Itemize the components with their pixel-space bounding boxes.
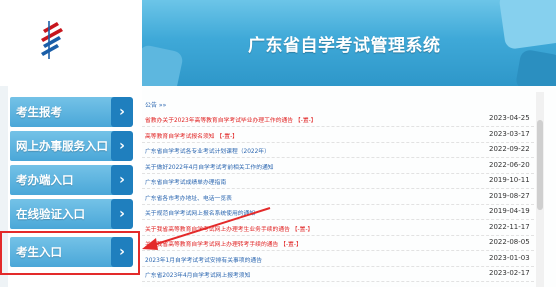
- page: 广东省自学考试管理系统 考生报考 › 网上办事服务入口 › 考办端入口 › 在线…: [0, 0, 556, 287]
- puzzle-decoration: [514, 48, 556, 86]
- notice-date: 2019-10-11: [489, 176, 530, 184]
- notice-title-link[interactable]: 省教办关于2023年高等教育自学考试毕业办理工作的通告 【-置-】: [145, 115, 317, 124]
- notice-title-link[interactable]: 广东省自学考试成绩单办理指南: [145, 177, 226, 186]
- notice-date: 2023-01-03: [489, 253, 530, 262]
- notice-title-link[interactable]: 2023年1月自学考试考试安排有关事项的通告: [145, 255, 262, 264]
- notice-title-link[interactable]: 关于我省高等教育自学考试网上办理转考手续的通告 【-置-】: [145, 239, 302, 248]
- notice-date: 2023-02-17: [489, 269, 530, 277]
- notice-date: 2022-08-05: [489, 238, 530, 246]
- list-item[interactable]: 广东省自学考试各专业考试计划课程（2022年） 2022-09-22: [142, 143, 534, 158]
- list-item[interactable]: 关于做好2022年4月自学考试考前相关工作的通知 2022-06-20: [142, 159, 534, 174]
- annotation-highlight-box: [0, 231, 140, 275]
- notice-heading[interactable]: 公告 »»: [145, 100, 166, 109]
- list-item[interactable]: 高等教育自学考试报名须知 【-置-】 2023-03-17: [142, 128, 534, 143]
- list-item[interactable]: 关于规范自学考试网上报名系统使用的通知 2019-04-19: [142, 205, 534, 220]
- scrollbar-thumb[interactable]: [537, 120, 543, 210]
- notice-date: 2023-04-25: [489, 114, 530, 122]
- notice-date: 2022-06-20: [489, 160, 530, 169]
- notice-title-link[interactable]: 广东省自学考试各专业考试计划课程（2022年）: [145, 146, 270, 155]
- sidebar-item-online-verification[interactable]: 在线验证入口 ›: [10, 199, 133, 229]
- sidebar-item-label: 考办端入口: [16, 173, 74, 187]
- notice-date: 2022-09-22: [489, 145, 530, 153]
- notice-date: 2019-04-19: [489, 207, 530, 215]
- puzzle-decoration: [498, 0, 556, 50]
- list-item[interactable]: 2023年1月自学考试考试安排有关事项的通告 2023-01-03: [142, 252, 534, 267]
- sidebar-item-exam-registration[interactable]: 考生报考 ›: [10, 97, 133, 127]
- notice-title-link[interactable]: 广东省各市考办地址、电话一览表: [145, 193, 232, 202]
- sidebar-item-office-portal[interactable]: 考办端入口 ›: [10, 165, 133, 195]
- notice-title-link[interactable]: 关于我省高等教育自学考试网上办理考生业务手续的通告 【-置-】: [145, 224, 313, 233]
- notice-title-link[interactable]: 关于做好2022年4月自学考试考前相关工作的通知: [145, 162, 274, 171]
- sidebar-item-label: 在线验证入口: [16, 207, 85, 221]
- page-title: 广东省自学考试管理系统: [248, 36, 441, 56]
- notice-title-link[interactable]: 广东省2023年4月自学考试网上报考须知: [145, 270, 250, 279]
- notice-date: 2019-08-27: [489, 191, 530, 200]
- notice-date: 2022-11-17: [489, 222, 530, 231]
- list-item[interactable]: 关于我省高等教育自学考试网上办理考生业务手续的通告 【-置-】 2022-11-1…: [142, 221, 534, 236]
- sidebar-item-label: 考生报考: [16, 105, 62, 119]
- puzzle-decoration: [142, 43, 185, 86]
- notice-title-link[interactable]: 关于规范自学考试网上报名系统使用的通知: [145, 208, 255, 217]
- list-item[interactable]: 广东省各市考办地址、电话一览表 2019-08-27: [142, 190, 534, 205]
- chevron-right-icon[interactable]: ›: [111, 199, 133, 229]
- list-item[interactable]: 关于我省高等教育自学考试网上办理转考手续的通告 【-置-】 2022-08-05: [142, 236, 534, 251]
- list-item[interactable]: 省教办关于2023年高等教育自学考试毕业办理工作的通告 【-置-】 2023-04…: [142, 112, 534, 127]
- list-item[interactable]: 广东省2023年4月自学考试网上报考须知 2023-02-17: [142, 267, 534, 282]
- chevron-right-icon[interactable]: ›: [111, 131, 133, 161]
- chevron-right-icon[interactable]: ›: [111, 165, 133, 195]
- notice-title-link[interactable]: 高等教育自学考试报名须知 【-置-】: [145, 131, 238, 140]
- sidebar-item-label: 网上办事服务入口: [16, 139, 108, 153]
- logo-icon: [41, 21, 63, 59]
- list-item[interactable]: 广东省自学考试成绩单办理指南 2019-10-11: [142, 174, 534, 189]
- notice-date: 2023-03-17: [489, 129, 530, 138]
- chevron-right-icon[interactable]: ›: [111, 97, 133, 127]
- sidebar-item-online-service[interactable]: 网上办事服务入口 ›: [10, 131, 133, 161]
- header-logo-area: [0, 0, 142, 86]
